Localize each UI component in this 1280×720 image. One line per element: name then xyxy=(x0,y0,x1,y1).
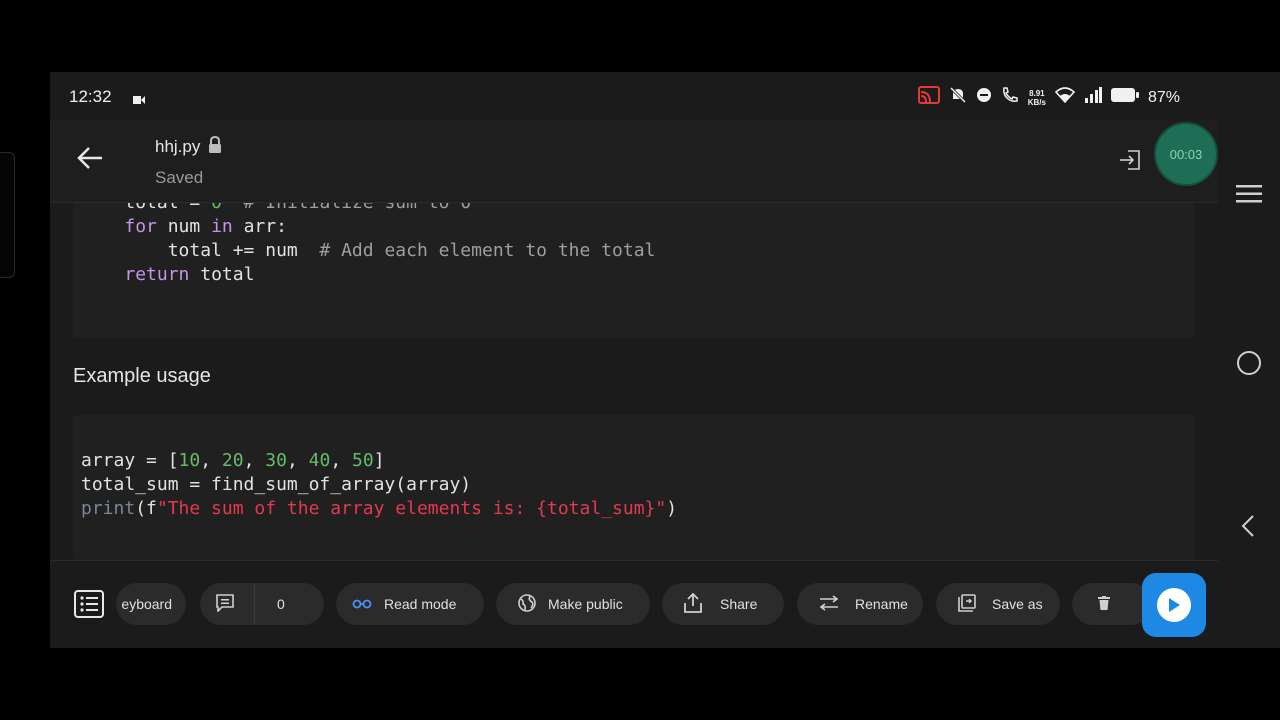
code-line: return total xyxy=(124,264,255,285)
code-block-function: total = 0 # Initialize sum to 0 for num … xyxy=(73,203,1195,338)
app-window: 12:32 8.91 KB/s 87% hhj.py Saved 00:03 f… xyxy=(50,72,1280,648)
back-arrow-icon[interactable] xyxy=(76,146,104,175)
read-mode-label: Read mode xyxy=(384,596,457,612)
menu-icon[interactable] xyxy=(1236,184,1262,209)
make-public-label: Make public xyxy=(548,596,623,612)
circle-icon[interactable] xyxy=(1237,351,1261,375)
file-name-label: hhj.py xyxy=(155,137,201,156)
cast-icon xyxy=(917,86,940,109)
side-edge xyxy=(0,152,15,278)
save-as-label: Save as xyxy=(992,596,1043,612)
share-button[interactable]: Share xyxy=(662,583,784,625)
rename-label: Rename xyxy=(855,596,908,612)
wifi-icon xyxy=(1054,87,1076,108)
save-status: Saved xyxy=(155,168,204,187)
delete-button[interactable] xyxy=(1072,583,1152,625)
network-speed-unit: KB/s xyxy=(1027,97,1046,107)
comments-button[interactable]: 0 xyxy=(200,583,324,625)
lock-icon xyxy=(208,135,222,158)
trash-icon xyxy=(1098,595,1110,613)
call-icon xyxy=(1001,86,1019,109)
run-button[interactable] xyxy=(1142,573,1206,637)
exit-icon[interactable] xyxy=(1118,148,1142,177)
swap-icon xyxy=(819,594,839,614)
bottom-toolbar: eyboard 0 Read mode Make public Share Re… xyxy=(50,560,1218,648)
code-block-example: array = [10, 20, 30, 40, 50] total_sum =… xyxy=(73,415,1195,560)
code-line: for num in arr: xyxy=(124,216,287,237)
glasses-icon xyxy=(352,596,372,612)
make-public-button[interactable]: Make public xyxy=(496,583,650,625)
side-rail xyxy=(1218,120,1280,648)
status-icons: 8.91 KB/s 87% xyxy=(917,86,1180,109)
recording-timer[interactable]: 00:03 xyxy=(1156,124,1216,184)
play-icon xyxy=(1157,588,1191,622)
battery-percent: 87% xyxy=(1147,88,1180,106)
code-line: total = 0 # Initialize sum to 0 xyxy=(81,203,471,213)
save-as-icon xyxy=(958,593,976,615)
share-icon xyxy=(684,592,702,616)
dnd-icon xyxy=(976,87,992,108)
mute-icon xyxy=(949,86,967,109)
chevron-left-icon[interactable] xyxy=(1240,514,1256,543)
video-icon xyxy=(133,92,145,110)
keyboard-button[interactable]: eyboard xyxy=(116,583,186,625)
keyboard-label: eyboard xyxy=(121,596,172,612)
comment-icon xyxy=(216,593,234,615)
network-speed-value: 8.91 xyxy=(1029,88,1045,98)
document-content: total = 0 # Initialize sum to 0 for num … xyxy=(50,203,1218,560)
file-name[interactable]: hhj.py xyxy=(155,135,222,158)
rename-button[interactable]: Rename xyxy=(797,583,923,625)
code-line: total_sum = find_sum_of_array(array) xyxy=(81,474,472,495)
globe-icon xyxy=(518,593,536,615)
network-speed: 8.91 KB/s xyxy=(1028,89,1046,107)
signal-icon xyxy=(1084,87,1102,108)
status-bar: 12:32 8.91 KB/s 87% xyxy=(50,72,1280,120)
code-line: array = [10, 20, 30, 40, 50] xyxy=(81,450,385,471)
section-heading: Example usage xyxy=(73,365,211,387)
save-as-button[interactable]: Save as xyxy=(936,583,1060,625)
clock: 12:32 xyxy=(69,87,112,106)
file-header: hhj.py Saved xyxy=(50,120,1218,203)
code-line: total += num # Add each element to the t… xyxy=(81,240,656,261)
comments-count: 0 xyxy=(277,596,285,612)
timer-text: 00:03 xyxy=(1169,146,1203,162)
share-label: Share xyxy=(720,596,758,612)
divider xyxy=(254,583,255,625)
read-mode-button[interactable]: Read mode xyxy=(336,583,484,625)
list-icon[interactable] xyxy=(74,590,104,623)
battery-icon xyxy=(1110,88,1139,107)
code-line: print(f"The sum of the array elements is… xyxy=(81,498,678,519)
